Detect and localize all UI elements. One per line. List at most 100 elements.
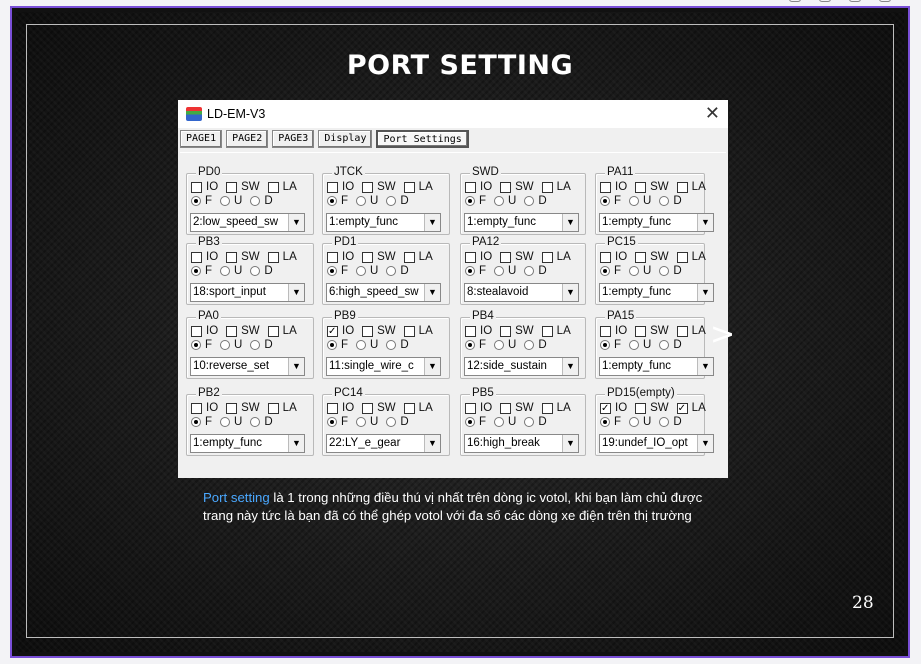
chevron-down-icon[interactable]: ▼ [288, 284, 304, 301]
f-radio[interactable] [191, 340, 201, 350]
io-checkbox[interactable] [191, 402, 202, 414]
u-radio[interactable] [220, 266, 231, 276]
d-radio[interactable] [524, 340, 535, 350]
toolbar-icon[interactable] [849, 0, 861, 2]
port-function-select[interactable]: 1:empty_func ▼ [599, 283, 714, 302]
io-checkbox[interactable] [465, 181, 476, 193]
toolbar-icon[interactable] [789, 0, 801, 2]
sw-checkbox[interactable] [635, 251, 647, 263]
io-checkbox[interactable] [600, 402, 611, 414]
u-radio[interactable] [494, 266, 505, 276]
d-radio[interactable] [386, 266, 397, 276]
io-checkbox[interactable] [465, 402, 476, 414]
u-radio[interactable] [494, 196, 505, 206]
f-radio[interactable] [191, 417, 201, 427]
chevron-down-icon[interactable]: ▼ [697, 358, 713, 375]
u-radio[interactable] [356, 266, 367, 276]
u-radio[interactable] [220, 417, 231, 427]
port-function-select[interactable]: 1:empty_func ▼ [599, 357, 714, 376]
io-checkbox[interactable] [327, 251, 338, 263]
chevron-down-icon[interactable]: ▼ [697, 435, 713, 452]
chevron-down-icon[interactable]: ▼ [288, 358, 304, 375]
sw-checkbox[interactable] [226, 251, 238, 263]
d-radio[interactable] [659, 196, 670, 206]
la-checkbox[interactable] [541, 251, 553, 263]
chevron-down-icon[interactable]: ▼ [424, 284, 440, 301]
la-checkbox[interactable] [676, 181, 688, 193]
f-radio[interactable] [465, 417, 475, 427]
chevron-down-icon[interactable]: ▼ [562, 214, 578, 231]
la-checkbox[interactable] [676, 251, 688, 263]
sw-checkbox[interactable] [362, 251, 374, 263]
d-radio[interactable] [250, 417, 261, 427]
io-checkbox[interactable] [600, 251, 611, 263]
sw-checkbox[interactable] [635, 181, 647, 193]
chevron-down-icon[interactable]: ▼ [288, 435, 304, 452]
la-checkbox[interactable] [267, 402, 279, 414]
chevron-down-icon[interactable]: ▼ [288, 214, 304, 231]
d-radio[interactable] [250, 266, 261, 276]
la-checkbox[interactable] [541, 181, 553, 193]
d-radio[interactable] [386, 340, 397, 350]
port-function-select[interactable]: 1:empty_func ▼ [464, 213, 579, 232]
port-function-select[interactable]: 10:reverse_set ▼ [190, 357, 305, 376]
io-checkbox[interactable] [600, 325, 611, 337]
d-radio[interactable] [250, 340, 261, 350]
tab-page2[interactable]: PAGE2 [226, 130, 269, 148]
la-checkbox[interactable] [403, 402, 415, 414]
d-radio[interactable] [659, 340, 670, 350]
port-function-select[interactable]: 8:stealavoid ▼ [464, 283, 579, 302]
la-checkbox[interactable] [541, 325, 553, 337]
sw-checkbox[interactable] [226, 181, 238, 193]
tab-page3[interactable]: PAGE3 [272, 130, 315, 148]
io-checkbox[interactable] [327, 325, 338, 337]
u-radio[interactable] [494, 340, 505, 350]
la-checkbox[interactable] [676, 402, 688, 414]
la-checkbox[interactable] [267, 251, 279, 263]
sw-checkbox[interactable] [500, 251, 512, 263]
sw-checkbox[interactable] [635, 402, 647, 414]
sw-checkbox[interactable] [226, 325, 238, 337]
tab-page1[interactable]: PAGE1 [180, 130, 223, 148]
io-checkbox[interactable] [191, 325, 202, 337]
close-icon[interactable]: ✕ [705, 103, 720, 124]
sw-checkbox[interactable] [500, 181, 512, 193]
io-checkbox[interactable] [191, 251, 202, 263]
port-function-select[interactable]: 1:empty_func ▼ [599, 213, 714, 232]
sw-checkbox[interactable] [362, 325, 374, 337]
d-radio[interactable] [659, 266, 670, 276]
u-radio[interactable] [629, 340, 640, 350]
la-checkbox[interactable] [403, 181, 415, 193]
sw-checkbox[interactable] [362, 181, 374, 193]
la-checkbox[interactable] [267, 181, 279, 193]
f-radio[interactable] [600, 266, 610, 276]
io-checkbox[interactable] [327, 402, 338, 414]
d-radio[interactable] [659, 417, 670, 427]
io-checkbox[interactable] [465, 325, 476, 337]
chevron-down-icon[interactable]: ▼ [424, 435, 440, 452]
d-radio[interactable] [386, 417, 397, 427]
f-radio[interactable] [600, 417, 610, 427]
f-radio[interactable] [600, 196, 610, 206]
u-radio[interactable] [356, 196, 367, 206]
port-function-select[interactable]: 1:empty_func ▼ [190, 434, 305, 453]
u-radio[interactable] [220, 196, 231, 206]
f-radio[interactable] [327, 196, 337, 206]
d-radio[interactable] [524, 417, 535, 427]
io-checkbox[interactable] [191, 181, 202, 193]
chevron-down-icon[interactable]: ▼ [424, 358, 440, 375]
port-function-select[interactable]: 6:high_speed_sw ▼ [326, 283, 441, 302]
io-checkbox[interactable] [327, 181, 338, 193]
toolbar-icon[interactable] [879, 0, 891, 2]
f-radio[interactable] [191, 266, 201, 276]
la-checkbox[interactable] [541, 402, 553, 414]
chevron-down-icon[interactable]: ▼ [424, 214, 440, 231]
f-radio[interactable] [465, 266, 475, 276]
port-function-select[interactable]: 11:single_wire_c ▼ [326, 357, 441, 376]
f-radio[interactable] [465, 196, 475, 206]
chevron-down-icon[interactable]: ▼ [562, 284, 578, 301]
sw-checkbox[interactable] [500, 402, 512, 414]
tab-port-settings[interactable]: Port Settings [376, 130, 469, 148]
u-radio[interactable] [220, 340, 231, 350]
chevron-down-icon[interactable]: ▼ [697, 284, 713, 301]
